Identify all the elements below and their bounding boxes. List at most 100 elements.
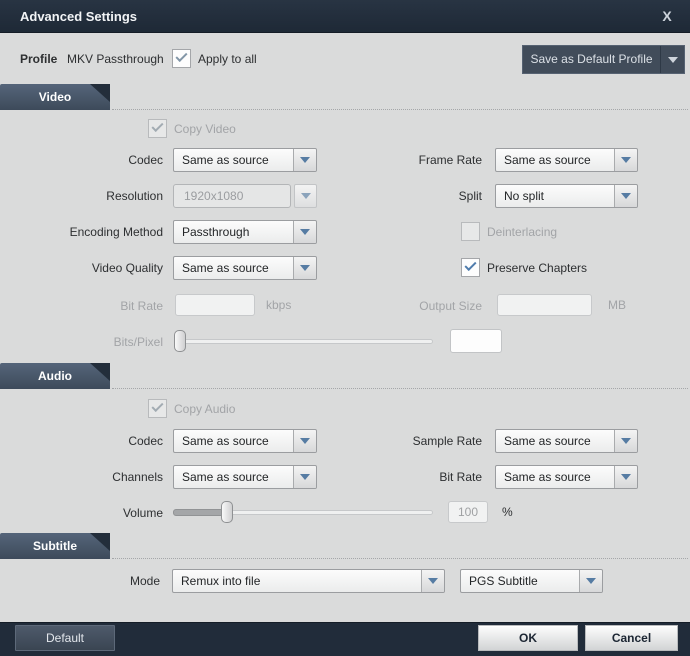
codec-label: Codec bbox=[128, 153, 163, 167]
chevron-down-icon bbox=[667, 56, 678, 63]
split-value: No split bbox=[504, 189, 545, 203]
chevron-down-icon bbox=[300, 157, 310, 163]
bit-rate-input bbox=[175, 294, 255, 316]
audio-bit-rate-dropdown[interactable]: Same as source bbox=[495, 465, 638, 489]
default-button[interactable]: Default bbox=[15, 625, 115, 651]
resolution-dropdown: 1920x1080 bbox=[173, 184, 291, 208]
bits-pixel-slider-track bbox=[175, 339, 433, 344]
volume-slider-handle[interactable] bbox=[221, 501, 233, 523]
codec-value: Same as source bbox=[182, 153, 269, 167]
sample-rate-dropdown[interactable]: Same as source bbox=[495, 429, 638, 453]
encoding-method-label: Encoding Method bbox=[69, 225, 163, 239]
section-header-subtitle: Subtitle bbox=[0, 533, 110, 559]
resolution-label: Resolution bbox=[106, 189, 163, 203]
dropdown-arrow-button[interactable] bbox=[614, 149, 637, 171]
copy-audio-checkbox bbox=[148, 399, 167, 418]
chevron-down-icon bbox=[300, 193, 311, 199]
preserve-chapters-checkbox[interactable] bbox=[461, 258, 480, 277]
divider bbox=[112, 109, 688, 110]
dropdown-arrow-button[interactable] bbox=[293, 466, 316, 488]
dropdown-arrow-button[interactable] bbox=[293, 257, 316, 279]
chevron-down-icon bbox=[300, 438, 310, 444]
codec-dropdown[interactable]: Same as source bbox=[173, 148, 317, 172]
check-icon bbox=[151, 399, 164, 413]
chevron-down-icon bbox=[300, 229, 310, 235]
video-quality-value: Same as source bbox=[182, 261, 269, 275]
sample-rate-label: Sample Rate bbox=[412, 434, 482, 448]
subtitle-format-value: PGS Subtitle bbox=[469, 574, 538, 588]
dropdown-arrow-button[interactable] bbox=[614, 430, 637, 452]
dropdown-arrow-button[interactable] bbox=[614, 466, 637, 488]
split-label: Split bbox=[458, 189, 482, 203]
bit-rate-unit: kbps bbox=[266, 298, 292, 312]
bits-pixel-input bbox=[450, 329, 502, 353]
volume-label: Volume bbox=[122, 506, 163, 520]
apply-to-all-label: Apply to all bbox=[198, 52, 257, 66]
bits-pixel-slider-handle bbox=[174, 330, 186, 352]
save-profile-dropdown-arrow[interactable] bbox=[660, 46, 684, 73]
check-icon bbox=[151, 119, 164, 133]
output-size-unit: MB bbox=[608, 298, 626, 312]
advanced-settings-dialog: Advanced Settings X Profile MKV Passthro… bbox=[0, 0, 690, 656]
volume-unit: % bbox=[502, 505, 513, 519]
dropdown-arrow-button[interactable] bbox=[614, 185, 637, 207]
chevron-down-icon bbox=[586, 578, 596, 584]
chevron-down-icon bbox=[300, 474, 310, 480]
chevron-down-icon bbox=[621, 157, 631, 163]
subtitle-mode-label: Mode bbox=[129, 574, 160, 588]
dropdown-arrow-button[interactable] bbox=[293, 430, 316, 452]
copy-video-checkbox bbox=[148, 119, 167, 138]
ok-button[interactable]: OK bbox=[478, 625, 578, 651]
apply-to-all-checkbox[interactable] bbox=[172, 49, 191, 68]
audio-codec-label: Codec bbox=[128, 434, 163, 448]
video-quality-label: Video Quality bbox=[91, 261, 163, 275]
frame-rate-value: Same as source bbox=[504, 153, 591, 167]
subtitle-format-dropdown[interactable]: PGS Subtitle bbox=[460, 569, 603, 593]
output-size-label: Output Size bbox=[419, 299, 482, 313]
volume-input bbox=[448, 501, 488, 523]
deinterlacing-label: Deinterlacing bbox=[487, 225, 558, 239]
frame-rate-label: Frame Rate bbox=[418, 153, 482, 167]
check-icon bbox=[464, 258, 477, 272]
encoding-method-dropdown[interactable]: Passthrough bbox=[173, 220, 317, 244]
chevron-down-icon bbox=[621, 438, 631, 444]
close-icon[interactable]: X bbox=[656, 0, 678, 33]
chevron-down-icon bbox=[621, 193, 631, 199]
output-size-input bbox=[497, 294, 592, 316]
audio-codec-dropdown[interactable]: Same as source bbox=[173, 429, 317, 453]
cancel-button[interactable]: Cancel bbox=[585, 625, 678, 651]
dropdown-arrow-button[interactable] bbox=[293, 221, 316, 243]
frame-rate-dropdown[interactable]: Same as source bbox=[495, 148, 638, 172]
copy-audio-label: Copy Audio bbox=[174, 402, 236, 416]
section-header-audio: Audio bbox=[0, 363, 110, 389]
dropdown-arrow-button[interactable] bbox=[293, 149, 316, 171]
dialog-title: Advanced Settings bbox=[20, 9, 138, 24]
divider bbox=[112, 558, 688, 559]
channels-label: Channels bbox=[112, 470, 163, 484]
deinterlacing-checkbox bbox=[461, 222, 480, 241]
divider bbox=[112, 388, 688, 389]
chevron-down-icon bbox=[300, 265, 310, 271]
dropdown-arrow-button[interactable] bbox=[579, 570, 602, 592]
bit-rate-label: Bit Rate bbox=[120, 299, 163, 313]
subtitle-mode-dropdown[interactable]: Remux into file bbox=[172, 569, 445, 593]
chevron-down-icon bbox=[428, 578, 438, 584]
bits-pixel-label: Bits/Pixel bbox=[113, 335, 163, 349]
split-dropdown[interactable]: No split bbox=[495, 184, 638, 208]
channels-dropdown[interactable]: Same as source bbox=[173, 465, 317, 489]
titlebar: Advanced Settings X bbox=[0, 0, 690, 33]
save-default-profile-label: Save as Default Profile bbox=[530, 52, 653, 66]
audio-bit-rate-value: Same as source bbox=[504, 470, 591, 484]
dropdown-arrow-button[interactable] bbox=[421, 570, 444, 592]
save-default-profile-button[interactable]: Save as Default Profile bbox=[522, 45, 685, 74]
profile-value: MKV Passthrough bbox=[67, 52, 164, 66]
subtitle-mode-value: Remux into file bbox=[181, 574, 261, 588]
copy-video-label: Copy Video bbox=[174, 122, 236, 136]
profile-label: Profile bbox=[20, 52, 58, 66]
dropdown-arrow-button bbox=[294, 184, 317, 208]
encoding-method-value: Passthrough bbox=[182, 225, 250, 239]
audio-codec-value: Same as source bbox=[182, 434, 269, 448]
video-quality-dropdown[interactable]: Same as source bbox=[173, 256, 317, 280]
chevron-down-icon bbox=[621, 474, 631, 480]
preserve-chapters-label: Preserve Chapters bbox=[487, 261, 588, 275]
